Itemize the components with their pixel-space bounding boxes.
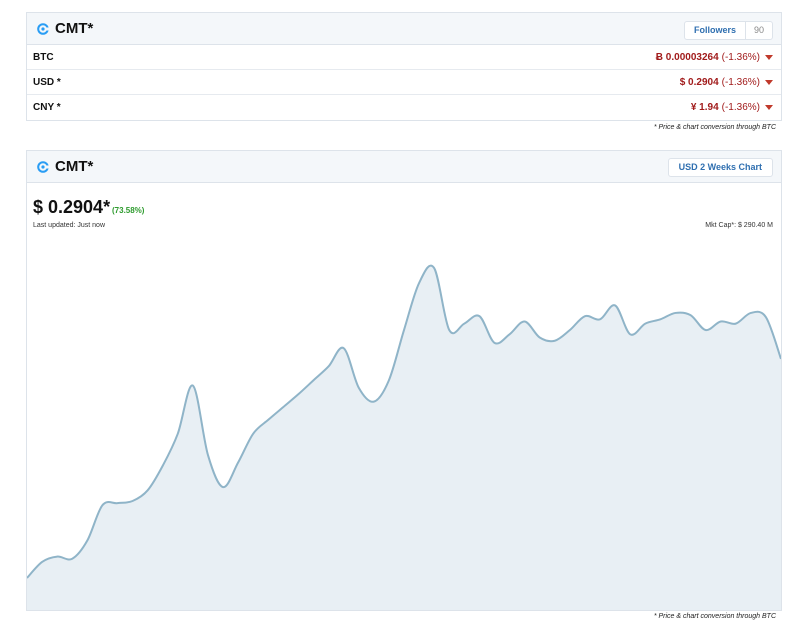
followers-label[interactable]: Followers <box>685 22 745 39</box>
chart-panel-header: CMT* USD 2 Weeks Chart <box>27 151 781 183</box>
chart-point[interactable] <box>537 335 543 341</box>
chart-point[interactable] <box>160 463 166 469</box>
row-change: (-1.36%) <box>721 102 760 113</box>
chart-point[interactable] <box>265 417 271 423</box>
coin-logo-icon <box>37 23 49 35</box>
caret-down-icon <box>765 55 773 60</box>
chart-point[interactable] <box>491 340 497 346</box>
chart-point[interactable] <box>250 431 256 437</box>
chart-point[interactable] <box>326 363 332 369</box>
row-label: CNY * <box>33 102 61 113</box>
last-updated: Last updated: Just now <box>33 222 105 229</box>
row-price: Ƀ 0.00003264 <box>655 52 719 63</box>
followers-button[interactable]: Followers 90 <box>683 21 773 40</box>
chart-point[interactable] <box>145 487 151 493</box>
chart-point[interactable] <box>235 460 241 466</box>
chart-point[interactable] <box>582 313 588 319</box>
chart-point[interactable] <box>386 377 392 383</box>
conversion-note: * Price & chart conversion through BTC <box>653 613 776 620</box>
chart-panel: CMT* USD 2 Weeks Chart $ 0.2904* (73.58%… <box>26 150 782 611</box>
chart-point[interactable] <box>642 321 648 327</box>
chart-point[interactable] <box>54 554 60 560</box>
market-cap: Mkt Cap*: $ 290.40 M <box>705 222 773 229</box>
caret-down-icon <box>765 80 773 85</box>
chart-point[interactable] <box>657 316 663 322</box>
chart-point[interactable] <box>597 316 603 322</box>
row-change: (-1.36%) <box>721 52 760 63</box>
caret-down-icon <box>765 105 773 110</box>
row-price: ¥ 1.94 <box>690 102 719 113</box>
chart-point[interactable] <box>688 312 694 318</box>
chart-point[interactable] <box>718 318 724 324</box>
chart-point[interactable] <box>280 404 286 410</box>
chart-point[interactable] <box>507 331 513 337</box>
chart-area-fill <box>27 265 781 610</box>
chart-point[interactable] <box>522 318 528 324</box>
chart-point[interactable] <box>763 314 769 320</box>
chart-point[interactable] <box>99 502 105 508</box>
chart-point[interactable] <box>612 302 618 308</box>
chart-point[interactable] <box>175 431 181 437</box>
row-value: ¥ 1.94 (-1.36%) <box>691 102 773 113</box>
row-change: (-1.36%) <box>721 77 760 88</box>
chart-point[interactable] <box>69 556 75 562</box>
row-label: BTC <box>33 52 54 63</box>
chart-point[interactable] <box>190 383 196 389</box>
chart-point[interactable] <box>703 327 709 333</box>
price-row-cny: CNY * ¥ 1.94 (-1.36%) <box>27 95 781 120</box>
chart-range-button[interactable]: USD 2 Weeks Chart <box>667 158 773 177</box>
chart-point[interactable] <box>220 484 226 490</box>
coin-logo-icon <box>37 161 49 173</box>
price-summary-panel: CMT* Followers 90 BTC Ƀ 0.00003264 (-1.3… <box>26 12 782 121</box>
chart-point[interactable] <box>416 280 422 286</box>
conversion-note: * Price & chart conversion through BTC <box>653 124 776 131</box>
chart-point[interactable] <box>401 327 407 333</box>
chart-point[interactable] <box>446 327 452 333</box>
price-change-percent: (73.58%) <box>112 206 145 215</box>
chart-point[interactable] <box>371 399 377 405</box>
chart-point[interactable] <box>461 321 467 327</box>
row-value: Ƀ 0.00003264 (-1.36%) <box>656 52 773 63</box>
chart-point[interactable] <box>356 385 362 391</box>
chart-point[interactable] <box>114 500 120 506</box>
chart-point[interactable] <box>311 377 317 383</box>
price-chart <box>27 264 781 610</box>
current-price: $ 0.2904* <box>33 197 111 217</box>
price-row-usd: USD * $ 0.2904 (-1.36%) <box>27 70 781 95</box>
chart-point[interactable] <box>205 452 211 458</box>
row-value: $ 0.2904 (-1.36%) <box>680 77 773 88</box>
chart-point[interactable] <box>733 321 739 327</box>
chart-point[interactable] <box>431 265 437 271</box>
chart-point[interactable] <box>748 310 754 316</box>
chart-point[interactable] <box>84 538 90 544</box>
chart-point[interactable] <box>567 327 573 333</box>
chart-point[interactable] <box>39 559 45 565</box>
price-summary-header: CMT* Followers 90 <box>27 13 781 45</box>
row-label: USD * <box>33 77 61 88</box>
coin-title: CMT* <box>55 20 94 37</box>
coin-title: CMT* <box>55 158 94 175</box>
chart-point[interactable] <box>552 338 558 344</box>
row-price: $ 0.2904 <box>679 77 719 88</box>
chart-point[interactable] <box>295 391 301 397</box>
chart-point[interactable] <box>627 331 633 337</box>
chart-point[interactable] <box>672 310 678 316</box>
chart-point[interactable] <box>476 313 482 319</box>
price-row-btc: BTC Ƀ 0.00003264 (-1.36%) <box>27 45 781 70</box>
chart-point[interactable] <box>341 345 347 351</box>
chart-point[interactable] <box>130 498 136 504</box>
followers-count: 90 <box>744 22 772 39</box>
